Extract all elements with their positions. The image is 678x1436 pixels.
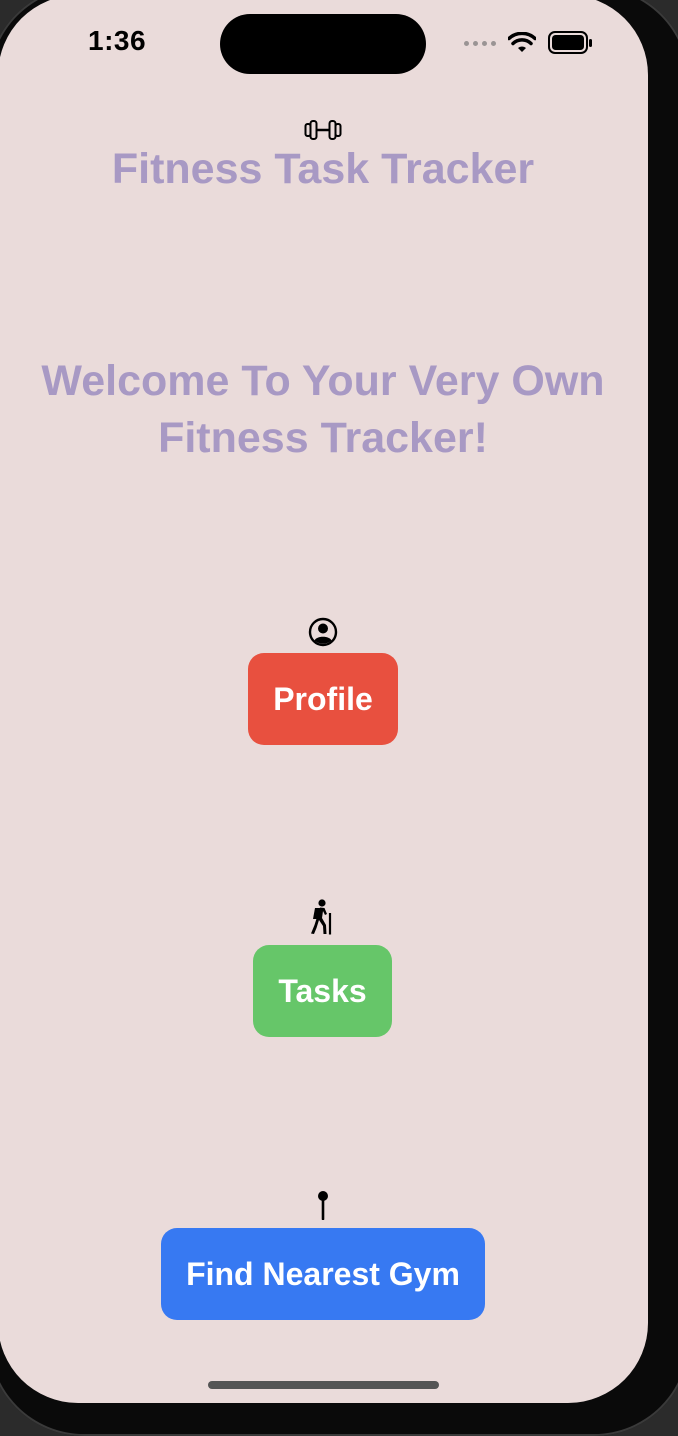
status-time: 1:36 [88,25,147,56]
dumbbell-icon [304,120,342,140]
page-title: Fitness Task Tracker [111,145,535,193]
header-icon-wrap [0,119,648,141]
cellular-signal-icon [464,40,496,46]
app-screen: 1:36 Fitness Task Tracker Welcome To You… [0,0,648,1403]
home-indicator[interactable] [208,1381,439,1389]
find-nearest-gym-button[interactable]: Find Nearest Gym [161,1228,485,1320]
status-icons [464,31,594,55]
battery-icon [548,31,592,54]
gym-icon-wrap [0,1190,648,1220]
tasks-icon-wrap [0,899,648,935]
pin-icon [318,1191,328,1220]
welcome-line-1: Welcome To Your Very Own [41,357,605,405]
profile-icon-wrap [0,617,648,647]
device-frame: 1:36 Fitness Task Tracker Welcome To You… [0,0,678,1436]
person-circle-icon [308,617,338,647]
wifi-icon [508,32,536,52]
profile-button[interactable]: Profile [248,653,398,745]
tasks-button[interactable]: Tasks [253,945,392,1037]
dynamic-island [220,14,426,74]
hiker-icon [311,899,332,935]
welcome-message: Welcome To Your Very Own Fitness Tracker… [18,353,628,467]
welcome-line-2: Fitness Tracker! [158,414,488,462]
